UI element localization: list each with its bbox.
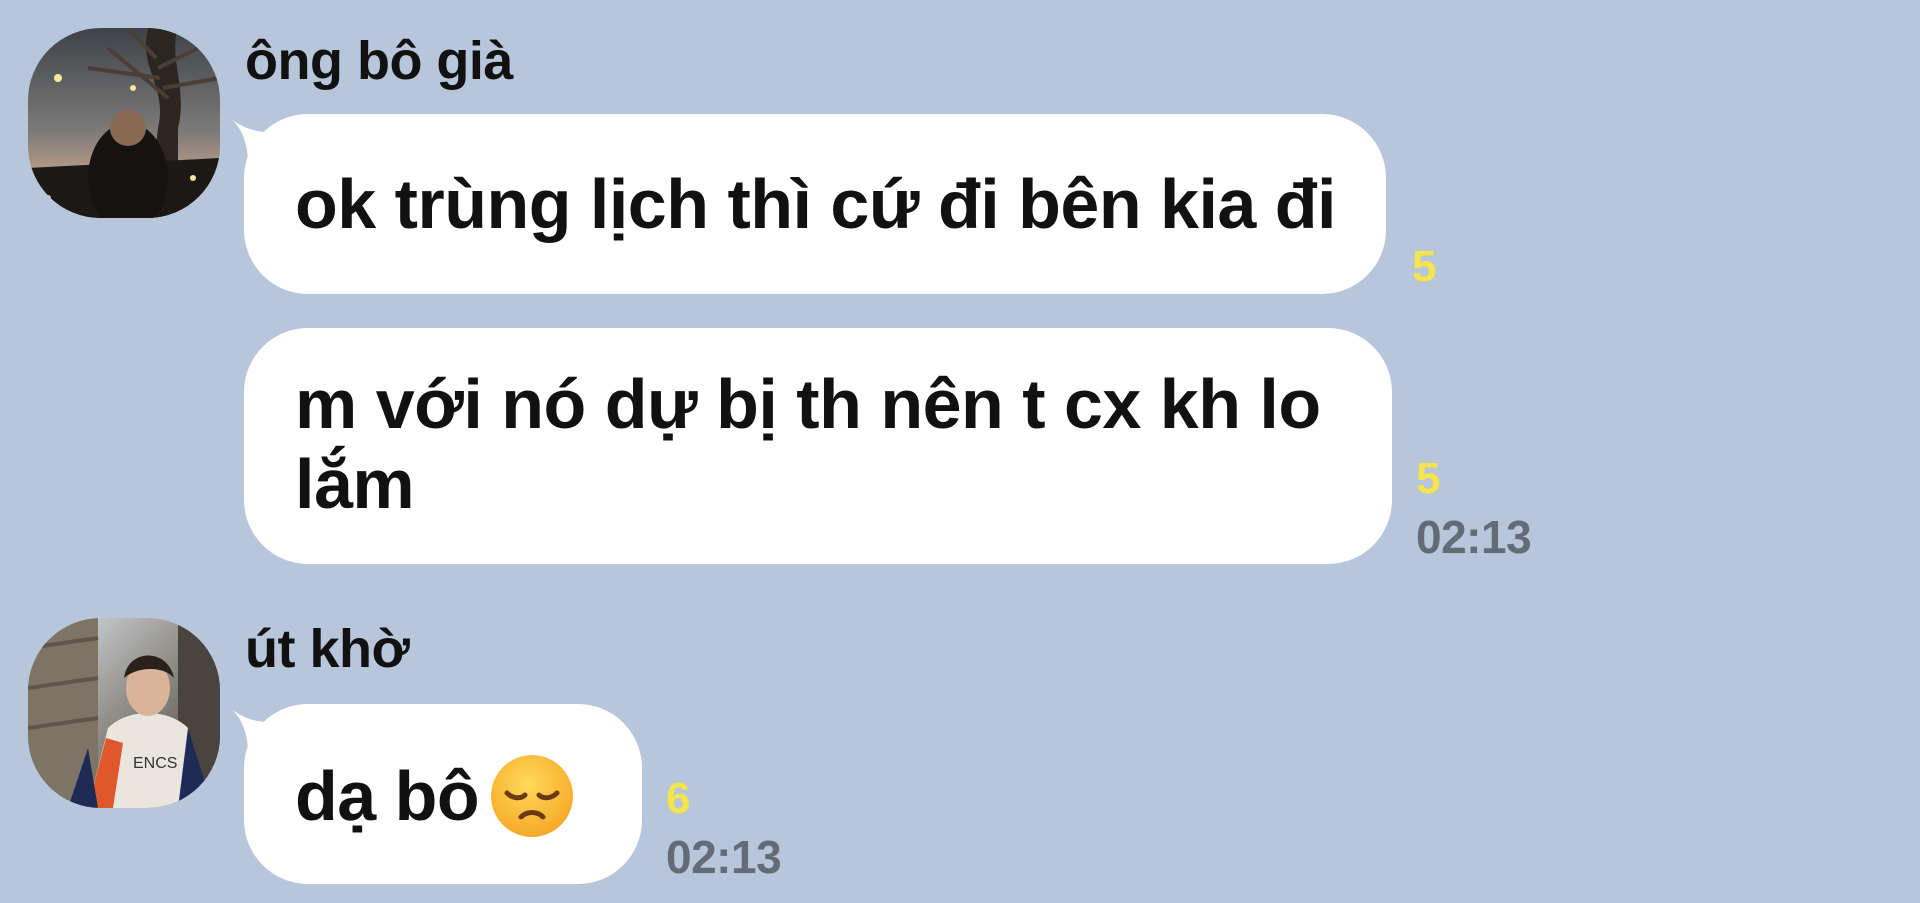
disappointed-face-icon: [489, 753, 575, 839]
message-text-line: m với nó dự bị th nên t cx kh lo: [295, 365, 1321, 443]
message-text: dạ bô: [295, 757, 480, 835]
message-time: 02:13: [666, 831, 782, 883]
message-bubble[interactable]: m với nó dự bị th nên t cx kh lo lắm: [244, 328, 1392, 564]
message-text: ok trùng lịch thì cứ đi bên kia đi: [295, 165, 1337, 243]
profile-photo-man-jacket-icon: ENCS: [28, 618, 220, 808]
read-count: 5: [1416, 454, 1441, 503]
svg-text:ENCS: ENCS: [133, 755, 177, 772]
avatar[interactable]: [28, 28, 220, 218]
sender-name: ông bô già: [245, 31, 513, 91]
message-text-line: lắm: [295, 445, 415, 523]
message-bubble[interactable]: ok trùng lịch thì cứ đi bên kia đi: [244, 114, 1386, 294]
chat-area[interactable]: ông bô già ok trùng lịch thì cứ đi bên k…: [0, 0, 1920, 903]
read-count: 6: [666, 774, 691, 823]
message-time: 02:13: [1416, 511, 1532, 563]
profile-photo-tree-night-icon: [28, 28, 220, 218]
avatar[interactable]: ENCS: [28, 618, 220, 808]
message-bubble[interactable]: dạ bô: [244, 704, 642, 884]
read-count: 5: [1412, 242, 1437, 291]
sender-name: út khờ: [245, 619, 410, 679]
